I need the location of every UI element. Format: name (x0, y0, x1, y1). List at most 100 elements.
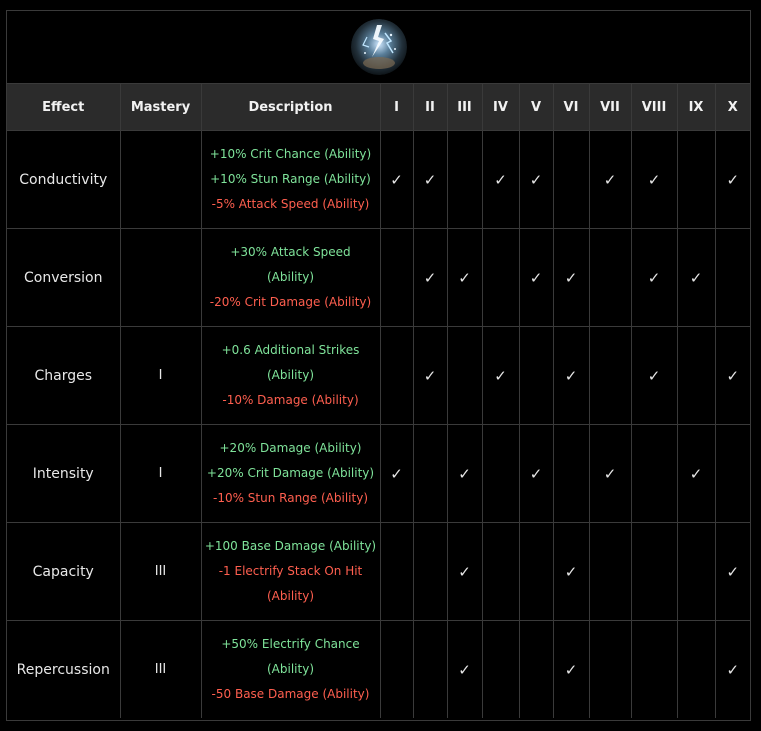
penalty-line: (Ability) (267, 589, 314, 603)
mastery-level: III (119, 620, 202, 718)
header-tier-vi: VI (552, 84, 590, 131)
tier-cell: ✓ (379, 130, 414, 229)
tier-cell: ✓ (588, 424, 632, 523)
mastery-level (119, 228, 202, 327)
header-tier-x: X (714, 84, 750, 131)
checkmark-icon: ✓ (390, 464, 403, 483)
tier-cell (481, 522, 520, 621)
checkmark-icon: ✓ (494, 366, 507, 385)
header-tier-iv: IV (481, 84, 520, 131)
effect-name: Capacity (7, 522, 121, 621)
tier-cell: ✓ (481, 130, 520, 229)
bonus-line: (Ability) (267, 368, 314, 382)
checkmark-icon: ✓ (564, 660, 578, 679)
description: +10% Crit Chance (Ability) +10% Stun Rang… (200, 130, 381, 229)
checkmark-icon: ✓ (458, 464, 471, 483)
header-description: Description (200, 84, 381, 131)
tier-cell (552, 130, 590, 229)
tier-cell (714, 228, 750, 327)
tier-cell (481, 620, 520, 718)
tier-cell: ✓ (412, 228, 448, 327)
table-row: Conductivity +10% Crit Chance (Ability) +1… (7, 130, 750, 229)
effect-name: Repercussion (7, 620, 121, 718)
header-mastery: Mastery (119, 84, 202, 131)
tier-cell: ✓ (714, 326, 750, 425)
tier-cell (518, 522, 554, 621)
penalty-line: -1 Electrify Stack On Hit (218, 564, 363, 578)
tier-cell: ✓ (714, 130, 750, 229)
tier-cell (588, 522, 632, 621)
tier-cell: ✓ (412, 326, 448, 425)
tier-cell (446, 326, 483, 425)
tier-cell (481, 424, 520, 523)
tier-cell: ✓ (552, 620, 590, 718)
header-tier-ii: II (412, 84, 448, 131)
description: +0.6 Additional Strikes (Ability) -10% Dam… (200, 326, 381, 425)
tier-cell (481, 228, 520, 327)
checkmark-icon: ✓ (726, 562, 740, 581)
checkmark-icon: ✓ (390, 170, 403, 189)
banner (7, 11, 750, 84)
header-tier-v: V (518, 84, 554, 131)
effect-name: Intensity (7, 424, 121, 523)
tier-cell (676, 326, 716, 425)
tier-cell: ✓ (518, 130, 554, 229)
bonus-line: +0.6 Additional Strikes (221, 343, 360, 357)
tier-cell: ✓ (481, 326, 520, 425)
tier-cell (379, 522, 414, 621)
checkmark-icon: ✓ (423, 268, 437, 287)
checkmark-icon: ✓ (564, 562, 578, 581)
tier-cell: ✓ (714, 522, 750, 621)
bonus-line: +100 Base Damage (Ability) (204, 539, 377, 553)
bonus-line: +30% Attack Speed (230, 245, 351, 259)
tier-cell: ✓ (412, 130, 448, 229)
checkmark-icon: ✓ (603, 464, 617, 483)
description: +20% Damage (Ability) +20% Crit Damage (A… (200, 424, 381, 523)
checkmark-icon: ✓ (458, 660, 471, 679)
tier-cell (588, 228, 632, 327)
checkmark-icon: ✓ (726, 170, 740, 189)
tier-cell (412, 620, 448, 718)
effects-table: Effect Mastery Description I II III IV V… (7, 84, 750, 718)
tier-cell: ✓ (714, 620, 750, 718)
bonus-line: +10% Crit Chance (Ability) (209, 147, 372, 161)
tier-cell (630, 620, 678, 718)
bonus-line: +10% Stun Range (Ability) (210, 172, 371, 186)
table-row: Charges I +0.6 Additional Strikes (Ability)… (7, 326, 750, 425)
tier-cell (446, 130, 483, 229)
bonus-line: +50% Electrify Chance (221, 637, 360, 651)
header-tier-vii: VII (588, 84, 632, 131)
checkmark-icon: ✓ (726, 660, 740, 679)
tier-cell: ✓ (446, 228, 483, 327)
checkmark-icon: ✓ (647, 268, 661, 287)
tier-cell (714, 424, 750, 523)
tier-cell: ✓ (676, 228, 716, 327)
tier-cell (412, 522, 448, 621)
tier-cell (379, 228, 414, 327)
tier-cell (588, 620, 632, 718)
tier-cell: ✓ (518, 424, 554, 523)
tier-cell (676, 620, 716, 718)
header-tier-iii: III (446, 84, 483, 131)
description: +50% Electrify Chance (Ability) -50 Base D… (200, 620, 381, 718)
bonus-line: +20% Damage (Ability) (219, 441, 362, 455)
tier-cell (630, 522, 678, 621)
checkmark-icon: ✓ (689, 268, 703, 287)
mastery-level: III (119, 522, 202, 621)
penalty-line: -10% Stun Range (Ability) (212, 491, 368, 505)
mastery-level (119, 130, 202, 229)
tier-cell: ✓ (446, 620, 483, 718)
effect-name: Conversion (7, 228, 121, 327)
tier-cell (379, 620, 414, 718)
tier-cell: ✓ (379, 424, 414, 523)
checkmark-icon: ✓ (564, 366, 578, 385)
tier-cell (552, 424, 590, 523)
mastery-level: I (119, 326, 202, 425)
checkmark-icon: ✓ (458, 562, 471, 581)
checkmark-icon: ✓ (423, 170, 437, 189)
header-tier-ix: IX (676, 84, 716, 131)
checkmark-icon: ✓ (647, 170, 661, 189)
tier-cell: ✓ (552, 522, 590, 621)
table-row: Conversion +30% Attack Speed (Ability) -20%… (7, 228, 750, 327)
checkmark-icon: ✓ (529, 268, 543, 287)
